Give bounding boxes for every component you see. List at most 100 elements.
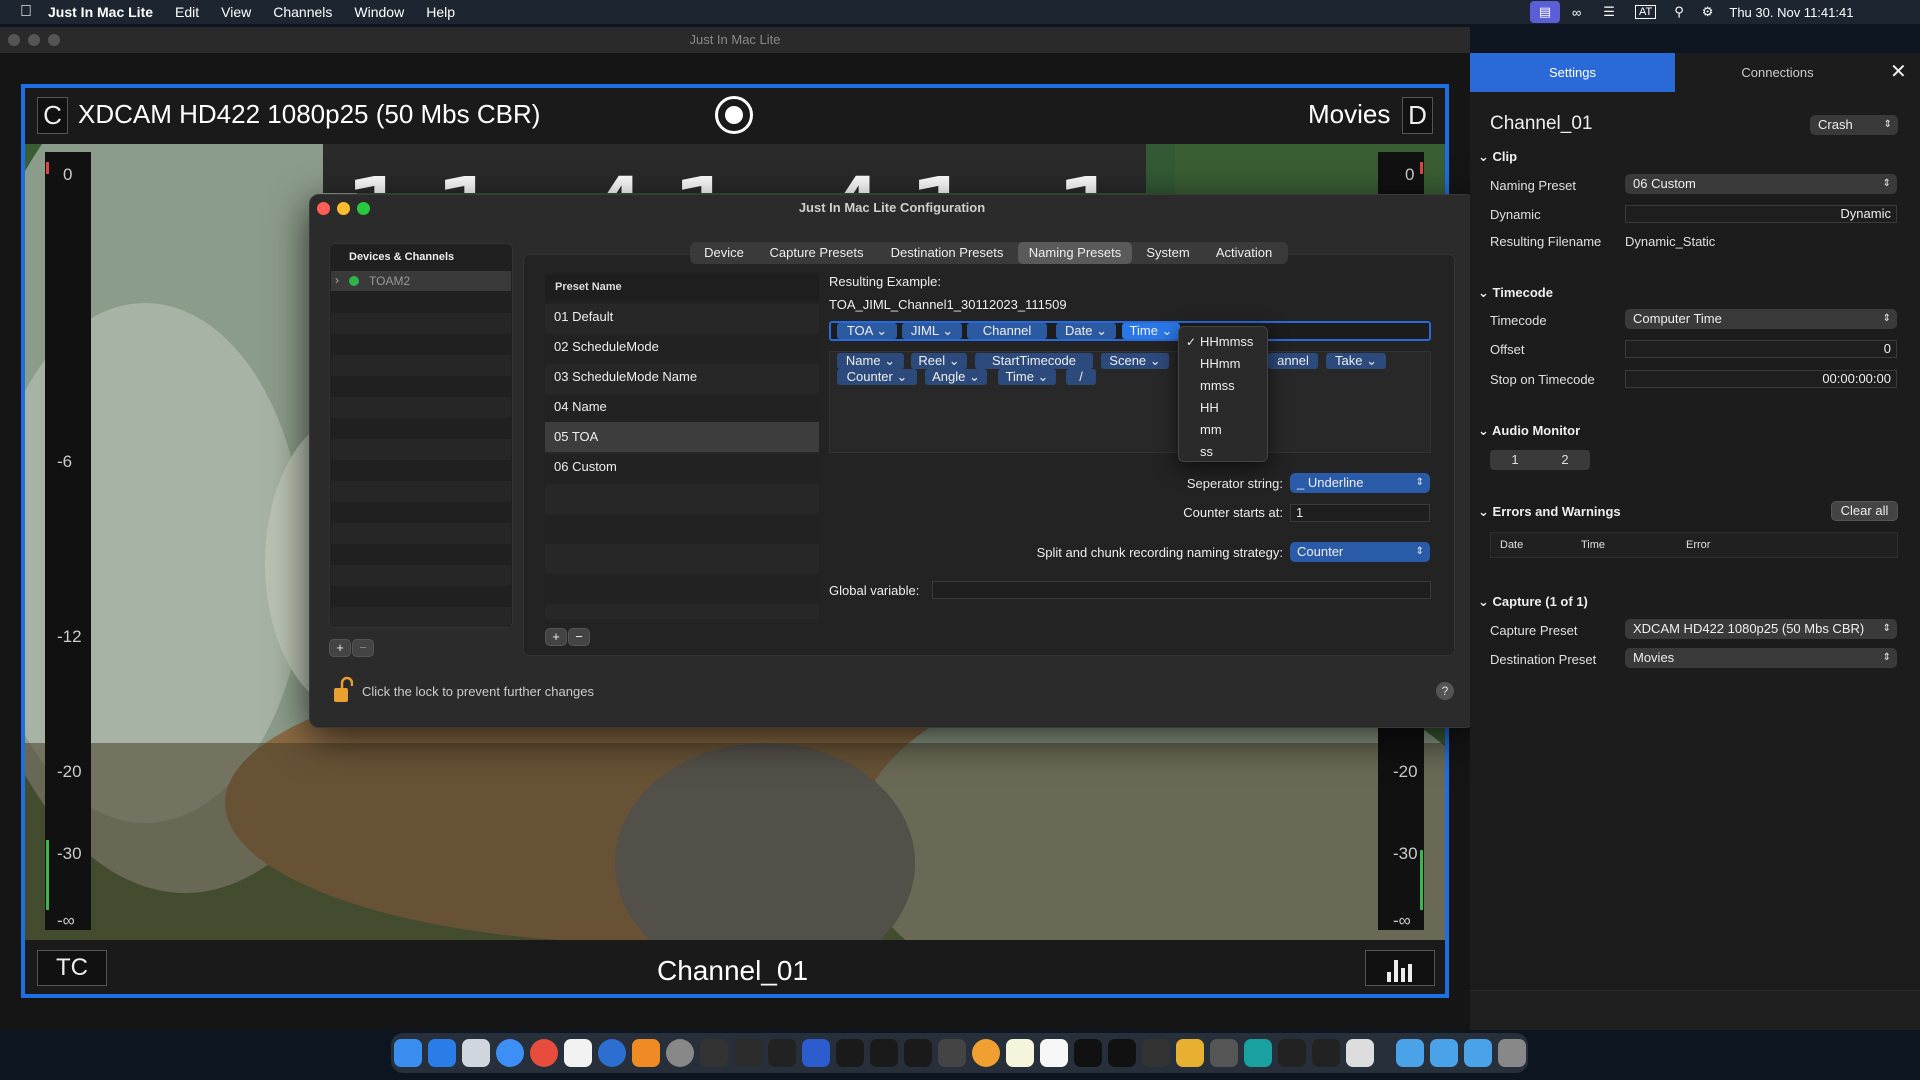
menu-item-mmss[interactable]: mmss — [1200, 378, 1235, 393]
record-button[interactable] — [715, 96, 753, 134]
tab-capture-presets[interactable]: Capture Presets — [760, 242, 873, 264]
timecode-select[interactable]: Computer Time ⇕ — [1625, 309, 1897, 329]
player-icon[interactable] — [1244, 1039, 1272, 1067]
chrome-icon[interactable] — [530, 1039, 558, 1067]
token-counter[interactable]: Counter ⌄ — [837, 369, 917, 385]
add-preset-button[interactable]: + — [545, 628, 567, 646]
counter-start-input[interactable]: 1 — [1290, 504, 1430, 522]
signal-app-icon[interactable] — [870, 1039, 898, 1067]
control-center-icon[interactable]: ⚙ — [1702, 4, 1714, 20]
menu-view[interactable]: View — [221, 4, 251, 20]
tab-device[interactable]: Device — [693, 242, 755, 264]
audio-channel-2-button[interactable]: 2 — [1540, 450, 1590, 470]
minimize-window-button[interactable] — [28, 34, 40, 46]
documents-folder-icon[interactable] — [1430, 1039, 1458, 1067]
safari-icon[interactable] — [496, 1039, 524, 1067]
menu-app[interactable]: Just In Mac Lite — [48, 4, 153, 20]
lock-open-icon[interactable] — [333, 676, 353, 706]
applications-folder-icon[interactable] — [1396, 1039, 1424, 1067]
preset-row[interactable]: 02 ScheduleMode — [545, 332, 819, 362]
textedit-icon[interactable] — [1040, 1039, 1068, 1067]
token-toa[interactable]: TOA ⌄ — [837, 323, 897, 339]
device-row[interactable]: › TOAM2 — [331, 271, 511, 291]
global-variable-input[interactable] — [932, 581, 1431, 599]
tab-settings-side[interactable]: Settings — [1470, 53, 1675, 92]
menu-item-mm[interactable]: mm — [1200, 422, 1222, 437]
menu-clock[interactable]: Thu 30. Nov 11:41:41 — [1729, 5, 1853, 20]
creative-cloud-dock-icon[interactable] — [938, 1039, 966, 1067]
token-name[interactable]: Name ⌄ — [837, 353, 904, 369]
preview-icon[interactable] — [1210, 1039, 1238, 1067]
token-reel[interactable]: Reel ⌄ — [911, 353, 967, 369]
tab-naming-presets[interactable]: Naming Presets — [1018, 242, 1132, 264]
zoom-window-button[interactable] — [48, 34, 60, 46]
quicktime-icon[interactable] — [598, 1039, 626, 1067]
preset-row[interactable]: 04 Name — [545, 392, 819, 422]
errors-col-time[interactable]: Time — [1581, 539, 1605, 551]
notes-icon[interactable] — [1006, 1039, 1034, 1067]
clip-section-header[interactable]: ⌄ Clip — [1478, 149, 1517, 165]
token-angle[interactable]: Angle ⌄ — [925, 369, 987, 385]
menu-item-hhmm[interactable]: HHmm — [1200, 356, 1240, 371]
token-starttimecode[interactable]: StartTimecode — [975, 353, 1093, 369]
preset-row[interactable]: 01 Default — [545, 302, 819, 332]
trash-icon[interactable] — [1498, 1039, 1526, 1067]
tab-activation[interactable]: Activation — [1204, 242, 1284, 264]
token-channel-available[interactable]: annel — [1268, 353, 1318, 369]
menu-help[interactable]: Help — [426, 4, 455, 20]
token-date[interactable]: Date ⌄ — [1056, 323, 1116, 339]
menu-channels[interactable]: Channels — [273, 4, 332, 20]
timecode-toggle-button[interactable]: TC — [37, 950, 107, 986]
errors-section-header[interactable]: ⌄ Errors and Warnings — [1478, 504, 1621, 520]
token-time[interactable]: Time ⌄ — [1122, 323, 1180, 339]
console-icon[interactable] — [734, 1039, 762, 1067]
errors-col-error[interactable]: Error — [1686, 539, 1710, 551]
separator-select[interactable]: _ Underline ⇕ — [1290, 473, 1430, 493]
meter-toggle-button[interactable] — [1365, 950, 1435, 986]
launchpad-icon[interactable] — [462, 1039, 490, 1067]
right-channel-box[interactable]: D — [1402, 97, 1433, 134]
audio-monitor-section-header[interactable]: ⌄ Audio Monitor — [1478, 423, 1580, 439]
capture-preset-select[interactable]: XDCAM HD422 1080p25 (50 Mbs CBR) ⇕ — [1625, 619, 1897, 639]
screenshot-icon[interactable] — [1142, 1039, 1170, 1067]
input-source-icon[interactable]: AT — [1634, 5, 1657, 19]
errors-col-date[interactable]: Date — [1500, 539, 1523, 551]
token-slash[interactable]: / — [1066, 369, 1096, 385]
downloads-folder-icon[interactable] — [1464, 1039, 1492, 1067]
utility-icon[interactable] — [1176, 1039, 1204, 1067]
naming-preset-select[interactable]: 06 Custom ⇕ — [1625, 174, 1897, 194]
creative-cloud-icon[interactable]: ∞ — [1572, 5, 1581, 20]
app-status-icon[interactable]: ▤ — [1530, 1, 1560, 23]
chevron-right-icon[interactable]: › — [335, 273, 339, 287]
apple-icon[interactable]:  — [20, 3, 32, 21]
app-store-icon[interactable] — [428, 1039, 456, 1067]
split-strategy-select[interactable]: Counter ⇕ — [1290, 542, 1430, 562]
left-channel-box[interactable]: C — [37, 97, 68, 134]
system-settings-icon[interactable] — [666, 1039, 694, 1067]
audio-channel-1-button[interactable]: 1 — [1490, 450, 1540, 470]
remove-device-button[interactable]: − — [352, 639, 374, 657]
search-icon[interactable]: ⚲ — [1674, 4, 1684, 20]
just-in-mac-icon[interactable] — [1346, 1039, 1374, 1067]
preset-row[interactable]: 06 Custom — [545, 452, 819, 482]
token-time-available[interactable]: Time ⌄ — [998, 369, 1056, 385]
terminal-icon[interactable] — [768, 1039, 796, 1067]
zoom-dialog-button[interactable] — [357, 202, 370, 215]
audio-app-2-icon[interactable] — [1108, 1039, 1136, 1067]
help-button[interactable]: ? — [1436, 682, 1454, 700]
menu-item-hh[interactable]: HH — [1200, 400, 1219, 415]
offset-input[interactable]: 0 — [1625, 340, 1897, 358]
audio-app-icon[interactable] — [1074, 1039, 1102, 1067]
timecode-section-header[interactable]: ⌄ Timecode — [1478, 285, 1553, 301]
vlc-icon[interactable] — [632, 1039, 660, 1067]
minimize-dialog-button[interactable] — [337, 202, 350, 215]
menu-edit[interactable]: Edit — [175, 4, 199, 20]
token-take[interactable]: Take ⌄ — [1326, 353, 1386, 369]
zoom-icon[interactable] — [802, 1039, 830, 1067]
tab-connections[interactable]: Connections — [1675, 53, 1880, 92]
dynamic-input[interactable]: Dynamic — [1625, 205, 1897, 223]
capture-section-header[interactable]: ⌄ Capture (1 of 1) — [1478, 594, 1588, 610]
network-app-icon[interactable] — [904, 1039, 932, 1067]
close-window-button[interactable] — [8, 34, 20, 46]
menu-item-hhmmss[interactable]: HHmmss — [1200, 334, 1253, 349]
